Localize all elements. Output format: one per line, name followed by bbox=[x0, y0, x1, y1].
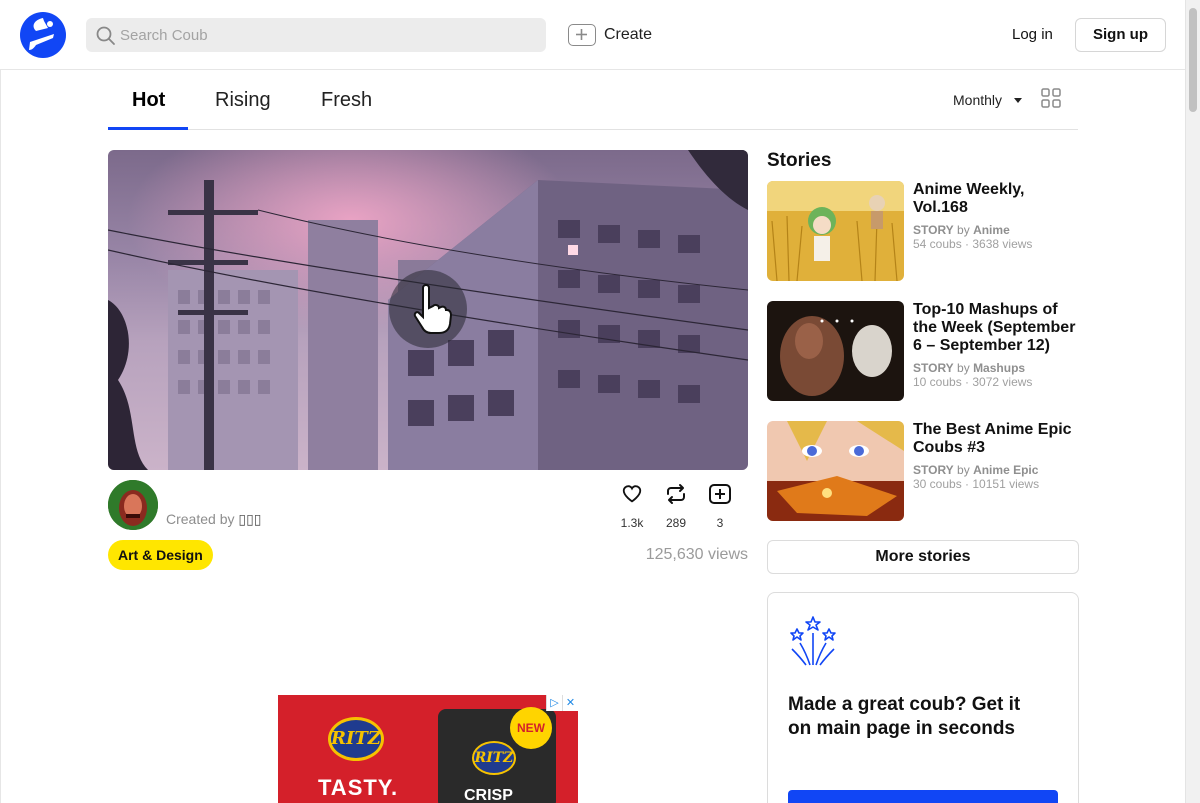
tab-fresh[interactable]: Fresh bbox=[321, 89, 372, 112]
like-button[interactable]: 1.3k bbox=[617, 483, 647, 530]
page: Create Log in Sign up Hot Rising Fresh M… bbox=[0, 0, 1200, 803]
ad-brand-logo: RITZ bbox=[328, 717, 384, 761]
top-header: Create Log in Sign up bbox=[0, 0, 1185, 70]
add-to-collection-icon bbox=[709, 484, 731, 504]
story-counts: 30 coubs · 10151 views bbox=[913, 477, 1040, 491]
story-title: Anime Weekly, Vol.168 bbox=[913, 181, 1025, 216]
recoubs-count: 289 bbox=[665, 516, 687, 530]
firework-icon bbox=[788, 615, 838, 667]
ad-controls: ▷ ✕ bbox=[546, 695, 578, 711]
story-author: STORY by Anime Epic bbox=[913, 463, 1039, 477]
story-author: STORY by Mashups bbox=[913, 361, 1026, 375]
story-counts: 10 coubs · 3072 views bbox=[913, 375, 1033, 389]
ad-headline: TASTY. bbox=[318, 775, 399, 800]
author-avatar[interactable] bbox=[108, 480, 158, 530]
coub-logo[interactable] bbox=[20, 12, 66, 58]
bookmark-button[interactable]: 3 bbox=[705, 483, 735, 530]
grid-view-icon[interactable] bbox=[1041, 88, 1061, 108]
plus-icon bbox=[568, 24, 596, 46]
caret-down-icon bbox=[1014, 97, 1023, 103]
search-icon bbox=[96, 26, 116, 51]
page-scrollbar[interactable] bbox=[1185, 0, 1200, 803]
search-input[interactable] bbox=[120, 18, 530, 52]
story-channel[interactable]: Anime Epic bbox=[973, 463, 1038, 477]
recoub-icon bbox=[667, 484, 685, 504]
login-link[interactable]: Log in bbox=[1012, 26, 1053, 43]
promo-text: Made a great coub? Get it on main page i… bbox=[788, 694, 1021, 739]
play-button[interactable] bbox=[389, 270, 467, 348]
heart-icon bbox=[622, 485, 642, 503]
promo-card: Made a great coub? Get it on main page i… bbox=[767, 592, 1079, 803]
story-counts: 54 coubs · 3638 views bbox=[913, 237, 1033, 251]
story-channel[interactable]: Anime bbox=[973, 223, 1010, 237]
ad-product-name: CRISP bbox=[464, 787, 513, 803]
ad-choices-icon[interactable]: ▷ bbox=[546, 695, 562, 711]
create-label: Create bbox=[604, 26, 653, 43]
story-card[interactable]: Top-10 Mashups of the Week (September 6 … bbox=[767, 301, 1079, 401]
ad-close-icon[interactable]: ✕ bbox=[562, 695, 578, 711]
story-card[interactable]: Anime Weekly, Vol.168 STORY by Anime 54 … bbox=[767, 181, 1079, 281]
feed-tabs: Hot Rising Fresh Monthly bbox=[108, 70, 1078, 130]
author-name[interactable]: ▯▯▯ bbox=[238, 511, 261, 527]
story-title: Top-10 Mashups of the Week (September 6 … bbox=[913, 301, 1076, 354]
scrollbar-thumb[interactable] bbox=[1189, 8, 1197, 112]
ad-new-badge: NEW bbox=[510, 707, 552, 749]
active-tab-indicator bbox=[108, 127, 188, 130]
tab-rising[interactable]: Rising bbox=[215, 89, 271, 112]
signup-button[interactable]: Sign up bbox=[1075, 18, 1166, 52]
ad-box-logo: RITZ bbox=[472, 741, 516, 775]
promo-button[interactable] bbox=[788, 790, 1058, 803]
period-label: Monthly bbox=[953, 92, 1003, 108]
category-tag[interactable]: Art & Design bbox=[108, 540, 213, 570]
advertisement[interactable]: RITZ TASTY. RITZ CRISP NEW ▷ ✕ bbox=[278, 695, 578, 803]
story-author: STORY by Anime bbox=[913, 223, 1010, 237]
story-thumbnail bbox=[767, 421, 904, 521]
period-dropdown[interactable]: Monthly bbox=[953, 92, 1023, 108]
create-button[interactable]: Create bbox=[568, 22, 652, 48]
story-channel[interactable]: Mashups bbox=[973, 361, 1025, 375]
created-prefix: Created by bbox=[166, 511, 235, 527]
story-thumbnail bbox=[767, 181, 904, 281]
story-card[interactable]: The Best Anime Epic Coubs #3 STORY by An… bbox=[767, 421, 1079, 521]
likes-count: 1.3k bbox=[620, 516, 644, 530]
hand-pointer-icon bbox=[413, 284, 453, 334]
story-title: The Best Anime Epic Coubs #3 bbox=[913, 421, 1072, 456]
created-by: Created by ▯▯▯ bbox=[166, 511, 262, 528]
stories-heading: Stories bbox=[767, 150, 832, 171]
story-thumbnail bbox=[767, 301, 904, 401]
recoub-button[interactable]: 289 bbox=[661, 483, 691, 530]
bookmarks-count: 3 bbox=[716, 516, 724, 530]
coub-video-player[interactable] bbox=[108, 150, 748, 470]
more-stories-button[interactable]: More stories bbox=[767, 540, 1079, 574]
search-bar[interactable] bbox=[86, 18, 546, 52]
content-border bbox=[0, 70, 1, 803]
views-count: 125,630 views bbox=[645, 546, 748, 563]
tab-hot[interactable]: Hot bbox=[132, 89, 165, 112]
